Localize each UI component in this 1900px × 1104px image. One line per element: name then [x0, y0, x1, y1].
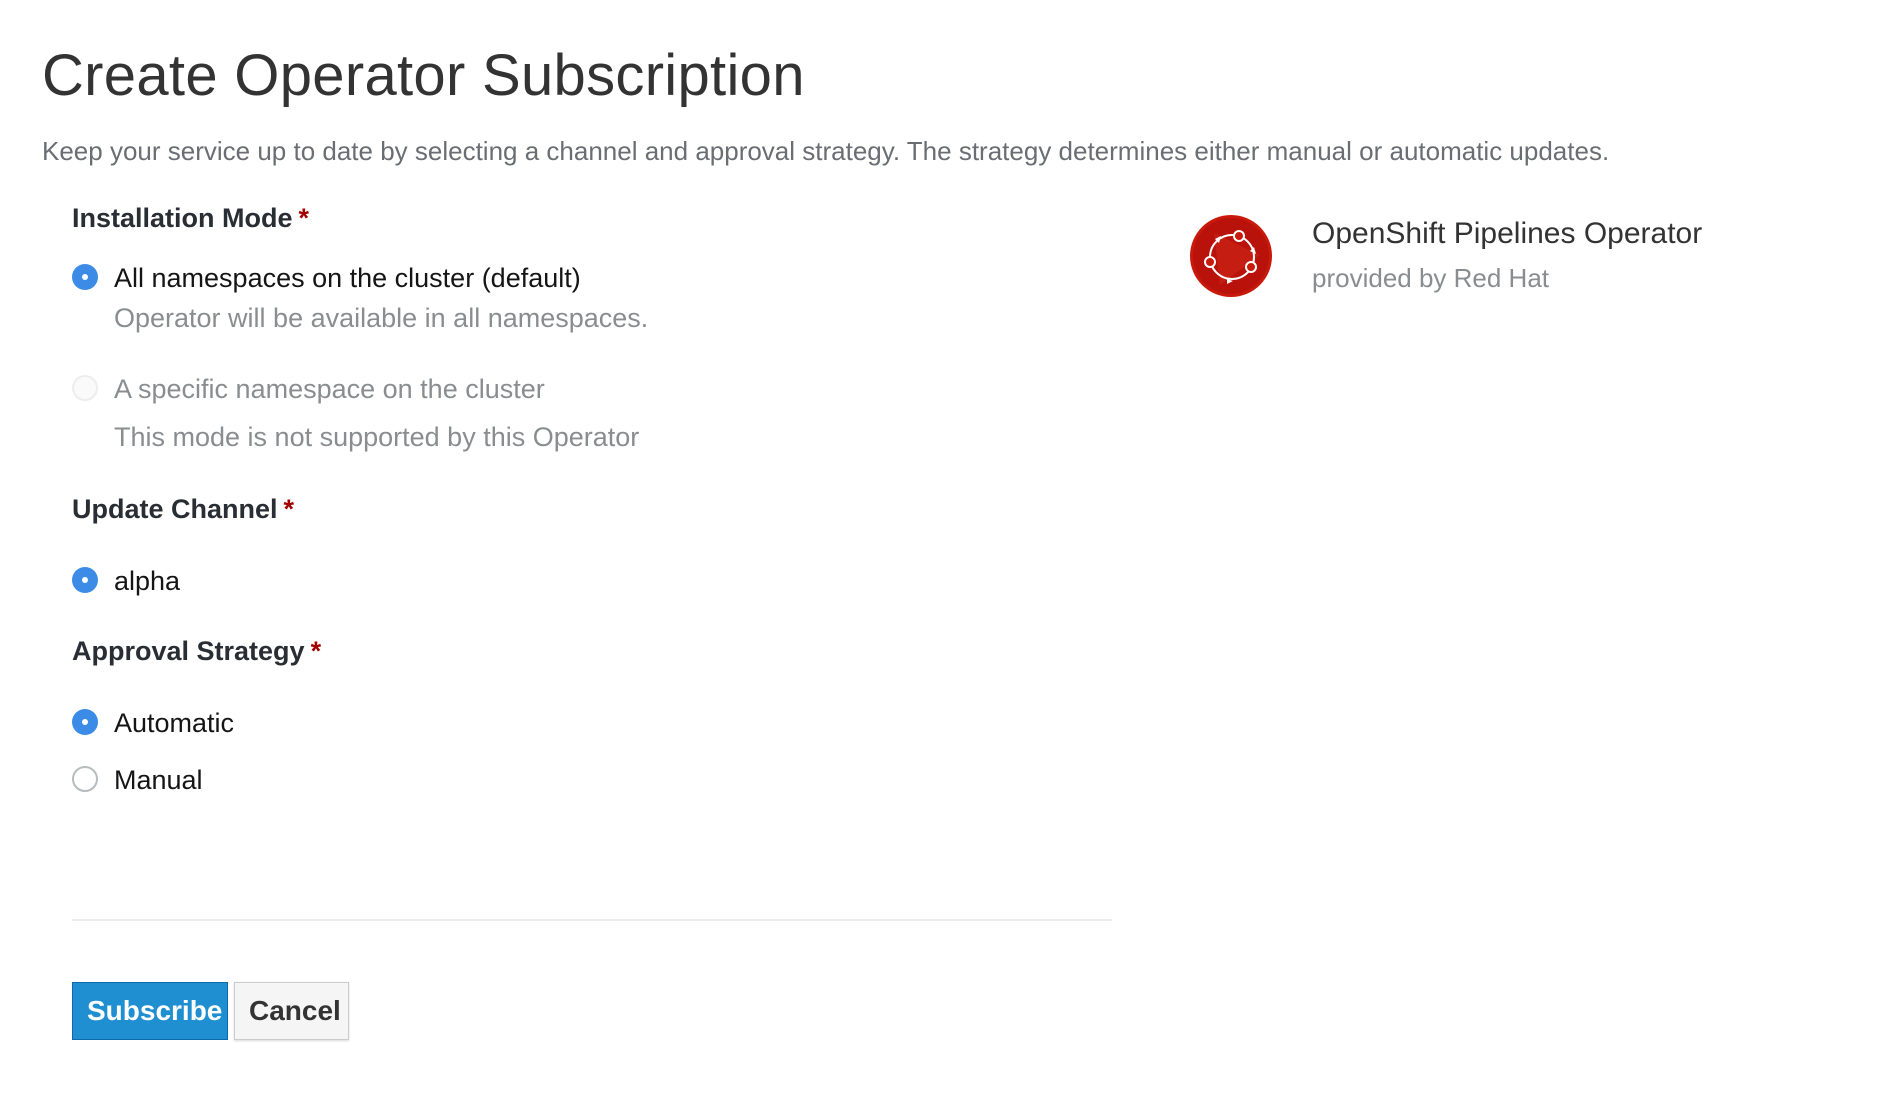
radio-button-channel-alpha[interactable]	[72, 567, 98, 593]
subscribe-button[interactable]: Subscribe	[72, 982, 228, 1040]
form-divider	[72, 919, 1112, 921]
radio-approval-manual[interactable]: Manual	[72, 760, 1112, 800]
radio-label-channel-alpha: alpha	[114, 566, 181, 596]
required-asterisk: *	[310, 636, 322, 666]
installation-mode-label-text: Installation Mode	[72, 203, 293, 233]
required-asterisk: *	[298, 203, 310, 233]
approval-strategy-label-text: Approval Strategy	[72, 636, 305, 666]
update-channel-group: Update Channel * alpha	[72, 489, 1112, 601]
help-text-all-namespaces: Operator will be available in all namesp…	[114, 303, 649, 333]
openshift-pipelines-logo-icon	[1190, 215, 1272, 297]
installation-mode-label: Installation Mode *	[72, 198, 1112, 238]
operator-name: OpenShift Pipelines Operator	[1312, 217, 1703, 250]
approval-strategy-label: Approval Strategy *	[72, 631, 1112, 671]
operator-card: OpenShift Pipelines Operator provided by…	[1190, 215, 1830, 305]
required-asterisk: *	[283, 494, 295, 524]
radio-button-automatic[interactable]	[72, 709, 98, 735]
operator-provider: provided by Red Hat	[1312, 263, 1550, 293]
radio-channel-alpha[interactable]: alpha	[72, 561, 1112, 601]
update-channel-label: Update Channel *	[72, 489, 1112, 529]
radio-approval-automatic[interactable]: Automatic	[72, 703, 1112, 743]
radio-all-namespaces[interactable]: All namespaces on the cluster (default)	[72, 258, 1112, 298]
radio-specific-namespace: A specific namespace on the cluster	[72, 369, 1112, 409]
radio-label-manual: Manual	[114, 765, 203, 795]
installation-mode-group: Installation Mode * All namespaces on the…	[72, 198, 1112, 457]
approval-strategy-group: Approval Strategy * Automatic Manual	[72, 631, 1112, 800]
radio-button-specific-namespace	[72, 375, 98, 401]
radio-label-automatic: Automatic	[114, 708, 235, 738]
help-text-specific-namespace: This mode is not supported by this Opera…	[114, 422, 640, 452]
radio-button-manual[interactable]	[72, 766, 98, 792]
radio-label-all-namespaces: All namespaces on the cluster (default)	[114, 263, 581, 293]
cancel-button[interactable]: Cancel	[234, 982, 349, 1040]
subscription-form: Installation Mode * All namespaces on the…	[72, 198, 1112, 800]
page-title: Create Operator Subscription	[42, 43, 805, 108]
radio-button-all-namespaces[interactable]	[72, 264, 98, 290]
page-description: Keep your service up to date by selectin…	[42, 136, 1610, 166]
radio-label-specific-namespace: A specific namespace on the cluster	[114, 374, 545, 404]
update-channel-label-text: Update Channel	[72, 494, 278, 524]
